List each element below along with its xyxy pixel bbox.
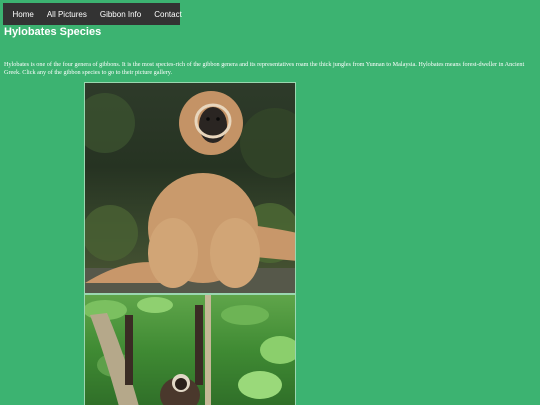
gibbon-photo-hanging[interactable] xyxy=(84,294,296,405)
nav-home[interactable]: Home xyxy=(6,10,40,19)
nav-contact[interactable]: Contact xyxy=(148,10,189,19)
gibbon-photo-sitting[interactable] xyxy=(84,82,296,294)
hanging-gibbon-image xyxy=(85,295,295,405)
sitting-gibbon-image xyxy=(85,91,295,293)
nav-gibbon-info[interactable]: Gibbon Info xyxy=(93,10,147,19)
page-title: Hylobates Species xyxy=(4,26,102,38)
intro-text: Hylobates is one of the four genera of g… xyxy=(4,61,525,76)
main-nav: Home All Pictures Gibbon Info Contact xyxy=(3,3,182,25)
nav-all-pictures[interactable]: All Pictures xyxy=(40,10,93,19)
